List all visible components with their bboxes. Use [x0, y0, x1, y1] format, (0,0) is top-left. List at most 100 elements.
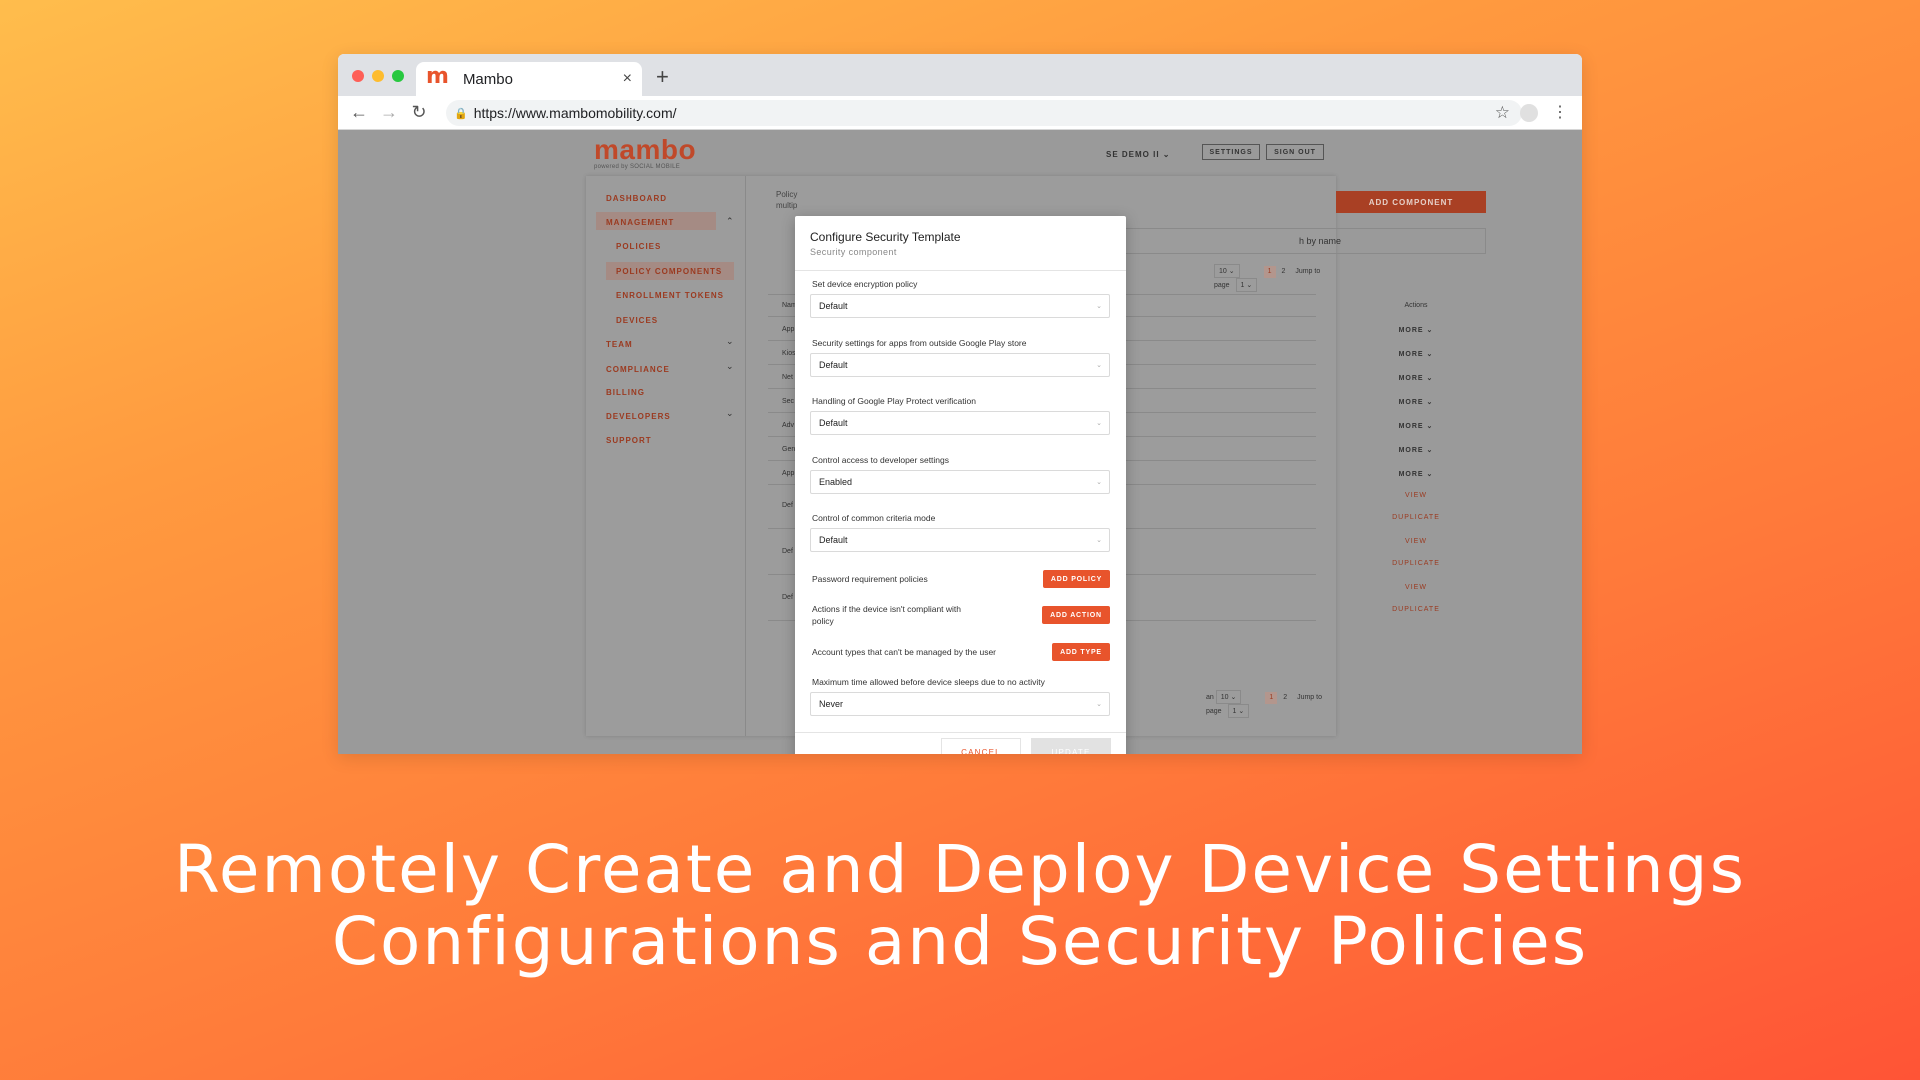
- app-viewport: mambo powered by SOCIAL MOBILE SE DEMO I…: [338, 130, 1582, 754]
- chevron-down-icon: ⌄: [1096, 701, 1102, 708]
- password-policies-label: Password requirement policies: [812, 574, 928, 584]
- more-label: MORE: [1398, 471, 1424, 478]
- encryption-policy-label: Set device encryption policy: [812, 279, 918, 289]
- profile-icon[interactable]: [1520, 104, 1538, 122]
- sidebar-item-team[interactable]: TEAM: [606, 340, 633, 349]
- duplicate-link[interactable]: DUPLICATE: [1376, 560, 1456, 567]
- add-component-button[interactable]: ADD COMPONENT: [1336, 191, 1486, 213]
- add-action-button[interactable]: ADD ACTION: [1042, 606, 1110, 624]
- more-button[interactable]: MORE ⌄: [1376, 374, 1456, 382]
- developer-settings-select[interactable]: Enabled ⌄: [810, 470, 1110, 494]
- star-icon[interactable]: ☆: [1495, 103, 1510, 123]
- cancel-button[interactable]: CANCEL: [941, 738, 1021, 754]
- close-tab-icon[interactable]: ×: [623, 70, 632, 88]
- duplicate-link[interactable]: DUPLICATE: [1376, 606, 1456, 613]
- jump-select[interactable]: 1 ⌄: [1235, 278, 1258, 292]
- sleep-timeout-select[interactable]: Never ⌄: [810, 692, 1110, 716]
- close-window-button[interactable]: [352, 70, 364, 82]
- sidebar-item-compliance[interactable]: COMPLIANCE: [606, 365, 670, 374]
- encryption-policy-select[interactable]: Default ⌄: [810, 294, 1110, 318]
- jump-select[interactable]: 1 ⌄: [1227, 704, 1250, 718]
- noncompliant-actions-label-line-2: policy: [812, 616, 834, 626]
- more-label: MORE: [1398, 375, 1424, 382]
- more-button[interactable]: MORE ⌄: [1376, 398, 1456, 406]
- chevron-up-icon[interactable]: ⌃: [726, 216, 734, 227]
- kebab-menu-icon[interactable]: ⋮: [1552, 102, 1568, 122]
- select-value: Default: [819, 360, 848, 370]
- mambo-favicon-icon: m: [426, 64, 449, 89]
- sidebar-item-support[interactable]: SUPPORT: [606, 436, 652, 445]
- page-2-button[interactable]: 2: [1281, 268, 1285, 275]
- add-policy-button[interactable]: ADD POLICY: [1043, 570, 1110, 588]
- sidebar-item-dashboard[interactable]: DASHBOARD: [606, 194, 667, 203]
- untrusted-apps-select[interactable]: Default ⌄: [810, 353, 1110, 377]
- sidebar-item-developers[interactable]: DEVELOPERS: [606, 412, 671, 421]
- row-name: Kios: [782, 350, 796, 357]
- chevron-down-icon: ⌄: [1096, 537, 1102, 544]
- back-arrow-icon[interactable]: ←: [344, 102, 374, 123]
- browser-window: m Mambo × + ← → ↻ 🔒 https://www.mambomob…: [338, 54, 1582, 754]
- sidebar-item-devices[interactable]: DEVICES: [616, 316, 658, 325]
- chevron-down-icon: ⌄: [1162, 150, 1171, 159]
- minimize-window-button[interactable]: [372, 70, 384, 82]
- more-button[interactable]: MORE ⌄: [1376, 470, 1456, 478]
- mambo-logo[interactable]: mambo powered by SOCIAL MOBILE: [594, 136, 696, 171]
- page-2-button[interactable]: 2: [1283, 694, 1287, 701]
- forward-arrow-icon[interactable]: →: [374, 102, 404, 123]
- sidebar-item-policies[interactable]: POLICIES: [616, 242, 661, 251]
- chevron-down-icon: ⌄: [1096, 479, 1102, 486]
- row-name: Net: [782, 374, 793, 381]
- row-name: Adv: [782, 422, 795, 429]
- row-name: Gen: [782, 446, 796, 453]
- select-value: Default: [819, 535, 848, 545]
- select-value: Never: [819, 699, 844, 709]
- chevron-down-icon: ⌄: [1096, 362, 1102, 369]
- new-tab-icon[interactable]: +: [656, 64, 669, 90]
- sidebar-item-policy-components[interactable]: POLICY COMPONENTS: [616, 267, 722, 276]
- chevron-down-icon[interactable]: ⌄: [726, 336, 734, 347]
- sleep-timeout-label: Maximum time allowed before device sleep…: [812, 677, 1045, 687]
- developer-settings-label: Control access to developer settings: [812, 455, 950, 465]
- duplicate-link[interactable]: DUPLICATE: [1376, 514, 1456, 521]
- sidebar-item-management[interactable]: MANAGEMENT: [606, 218, 674, 227]
- view-link[interactable]: VIEW: [1376, 584, 1456, 591]
- page-1-button[interactable]: 1: [1265, 692, 1278, 704]
- maximize-window-button[interactable]: [392, 70, 404, 82]
- account-switcher[interactable]: SE DEMO II ⌄: [1106, 150, 1171, 159]
- more-label: MORE: [1398, 351, 1424, 358]
- chevron-down-icon[interactable]: ⌄: [726, 408, 734, 419]
- settings-button[interactable]: SETTINGS: [1202, 144, 1260, 160]
- more-button[interactable]: MORE ⌄: [1376, 422, 1456, 430]
- row-name: App: [782, 470, 795, 477]
- caption-line-2: Configurations and Security Policies: [331, 903, 1589, 980]
- browser-tab[interactable]: m Mambo ×: [416, 62, 642, 96]
- more-button[interactable]: MORE ⌄: [1376, 350, 1456, 358]
- view-link[interactable]: VIEW: [1376, 538, 1456, 545]
- common-criteria-label: Control of common criteria mode: [812, 513, 936, 523]
- row-name: Def: [782, 548, 793, 555]
- common-criteria-select[interactable]: Default ⌄: [810, 528, 1110, 552]
- chevron-down-icon[interactable]: ⌄: [726, 361, 734, 372]
- sign-out-button[interactable]: SIGN OUT: [1266, 144, 1324, 160]
- page-1-button[interactable]: 1: [1263, 266, 1276, 278]
- page-size-select[interactable]: 10 ⌄: [1215, 690, 1242, 704]
- play-protect-select[interactable]: Default ⌄: [810, 411, 1110, 435]
- view-link[interactable]: VIEW: [1376, 492, 1456, 499]
- sidebar-item-enrollment-tokens[interactable]: ENROLLMENT TOKENS: [616, 291, 724, 300]
- top-pager: 10 ⌄ 1 2 Jump to page 1 ⌄: [1214, 264, 1336, 292]
- modal-header-divider: [795, 270, 1126, 271]
- more-button[interactable]: MORE ⌄: [1376, 446, 1456, 454]
- reload-icon[interactable]: ↻: [404, 102, 434, 123]
- more-label: MORE: [1398, 423, 1424, 430]
- select-value: Default: [819, 418, 848, 428]
- page-size-select[interactable]: 10 ⌄: [1214, 264, 1240, 278]
- row-name: Sec: [782, 398, 795, 405]
- more-label: MORE: [1398, 447, 1424, 454]
- add-type-button[interactable]: ADD TYPE: [1052, 643, 1110, 661]
- more-button[interactable]: MORE ⌄: [1376, 326, 1456, 334]
- sidebar-item-billing[interactable]: BILLING: [606, 388, 645, 397]
- bottom-pager: an 10 ⌄ 1 2 Jump to page 1 ⌄: [1206, 690, 1336, 718]
- chevron-down-icon: ⌄: [1096, 420, 1102, 427]
- update-button[interactable]: UPDATE: [1031, 738, 1111, 754]
- address-bar[interactable]: 🔒 https://www.mambomobility.com/ ☆: [446, 100, 1522, 126]
